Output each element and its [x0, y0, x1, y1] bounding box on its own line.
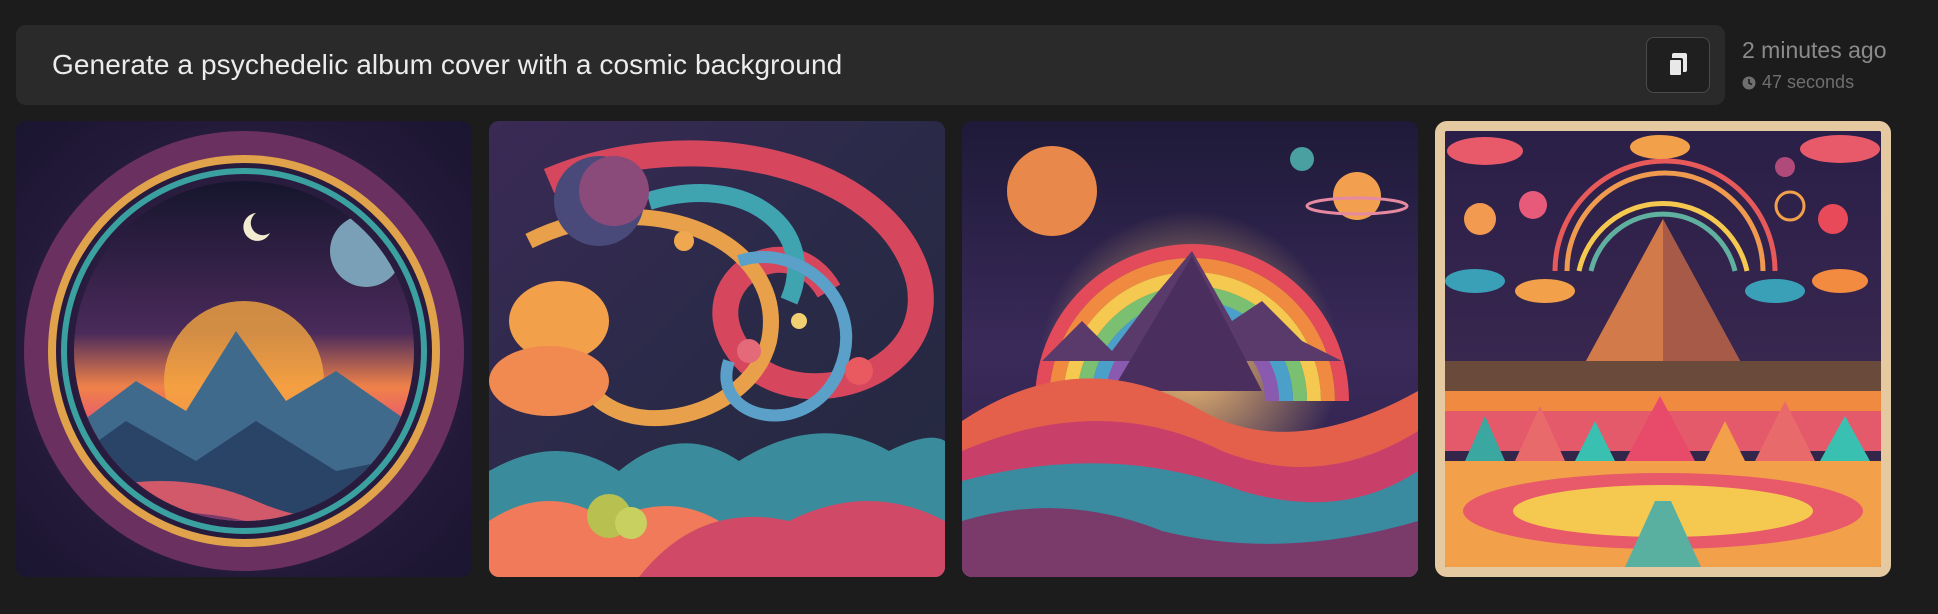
duration-text: 47 seconds: [1762, 72, 1855, 92]
copy-icon: [1668, 53, 1687, 77]
generated-image-3[interactable]: [962, 121, 1418, 577]
generation-duration: 47 seconds: [1742, 72, 1886, 93]
generated-image-2[interactable]: [489, 121, 945, 577]
prompt-bar: Generate a psychedelic album cover with …: [16, 25, 1725, 105]
pyramid-artwork: [1445, 131, 1881, 567]
copy-button[interactable]: [1646, 37, 1710, 93]
generation-meta: 2 minutes ago 47 seconds: [1742, 36, 1886, 93]
clock-icon: [1742, 76, 1756, 89]
created-time: 2 minutes ago: [1742, 37, 1887, 63]
swirl-artwork: [489, 121, 945, 577]
rainbow-mountain-artwork: [962, 121, 1418, 577]
generated-image-1[interactable]: [16, 121, 472, 577]
image-gallery: [0, 121, 1938, 577]
generated-image-4[interactable]: [1435, 121, 1891, 577]
portal-artwork: [16, 121, 472, 577]
prompt-text: Generate a psychedelic album cover with …: [52, 49, 843, 80]
